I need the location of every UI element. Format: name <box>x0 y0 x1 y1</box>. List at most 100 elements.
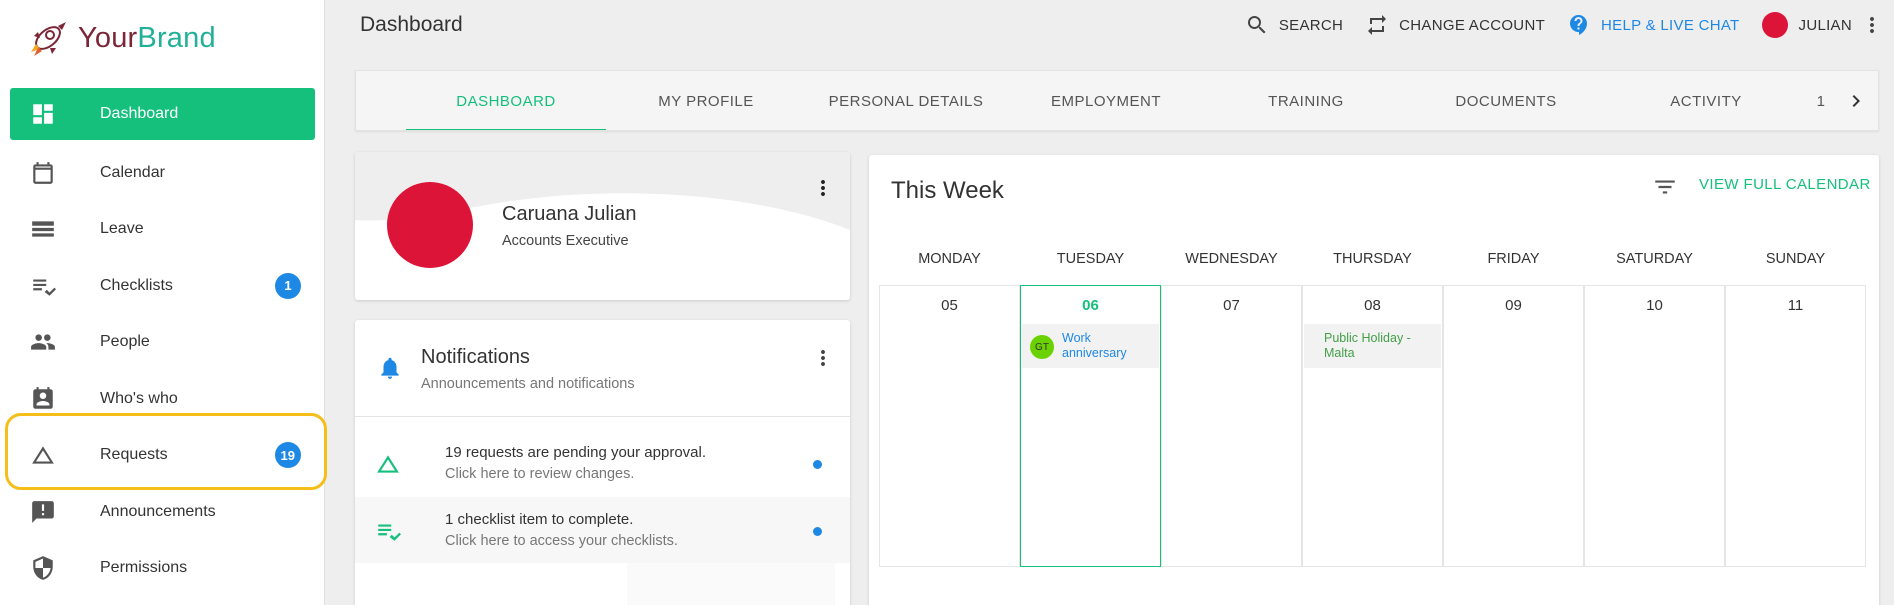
sidebar-item-label: Announcements <box>100 502 216 520</box>
day-number: 10 <box>1646 297 1663 314</box>
sidebar: YourBrand Dashboard Calendar Leave Check… <box>0 0 327 605</box>
id-badge-icon <box>30 386 56 412</box>
sidebar-item-label: People <box>100 333 150 351</box>
notifications-footer <box>627 563 835 605</box>
tab-my-profile[interactable]: MY PROFILE <box>606 71 806 130</box>
brand-text-your: Your <box>78 21 138 54</box>
more-vert-icon[interactable] <box>811 176 835 200</box>
calendar-day-cell[interactable]: 08 Public Holiday - Malta <box>1302 285 1443 567</box>
profile-role: Accounts Executive <box>502 233 629 249</box>
sidebar-item-label: Checklists <box>100 276 173 294</box>
day-number: 11 <box>1787 297 1804 314</box>
tab-dashboard[interactable]: DASHBOARD <box>406 71 606 130</box>
notifications-subtitle: Announcements and notifications <box>421 376 635 392</box>
sidebar-item-announcements[interactable]: Announcements <box>10 484 315 541</box>
this-week-calendar-card: This Week VIEW FULL CALENDAR MONDAY TUES… <box>869 155 1879 605</box>
notification-item-requests[interactable]: 19 requests are pending your approval. C… <box>355 430 850 496</box>
sidebar-item-people[interactable]: People <box>10 314 315 371</box>
tab-personal-details[interactable]: PERSONAL DETAILS <box>806 71 1006 130</box>
checklist-icon <box>30 273 56 299</box>
calendar-day-cell-today[interactable]: 06 GT Work anniversary <box>1020 285 1161 567</box>
profile-tabs: DASHBOARD MY PROFILE PERSONAL DETAILS EM… <box>355 70 1879 131</box>
unread-dot <box>813 527 822 536</box>
user-name: JULIAN <box>1798 16 1852 34</box>
sidebar-item-label: Leave <box>100 220 144 238</box>
rocket-icon <box>31 22 66 56</box>
calendar-day-cell[interactable]: 09 <box>1443 285 1584 567</box>
weekday-header: WEDNESDAY <box>1185 251 1278 267</box>
sidebar-item-label: Requests <box>100 446 168 464</box>
notification-link-text: Click here to access your checklists. <box>445 533 678 549</box>
profile-name: Caruana Julian <box>502 203 637 225</box>
tab-training[interactable]: TRAINING <box>1206 71 1406 130</box>
tab-documents[interactable]: DOCUMENTS <box>1406 71 1606 130</box>
calendar-event-work-anniversary[interactable]: GT Work anniversary <box>1022 324 1159 368</box>
sidebar-item-label: Dashboard <box>100 105 179 122</box>
help-live-chat-button[interactable]: HELP & LIVE CHAT <box>1567 13 1739 37</box>
notification-item-checklist[interactable]: 1 checklist item to complete. Click here… <box>355 497 850 563</box>
calendar-day-cell[interactable]: 10 <box>1584 285 1725 567</box>
day-number: 09 <box>1505 297 1522 314</box>
avatar: GT <box>1030 335 1054 359</box>
filter-icon[interactable] <box>1652 174 1678 200</box>
calendar-title: This Week <box>891 177 1004 204</box>
requests-count-badge: 19 <box>274 442 301 469</box>
event-label: Public Holiday - Malta <box>1324 331 1411 360</box>
sidebar-item-requests[interactable]: Requests 19 <box>10 427 315 484</box>
sidebar-item-label: Who's who <box>100 389 178 407</box>
sidebar-item-label: Calendar <box>100 163 165 181</box>
tab-employment[interactable]: EMPLOYMENT <box>1006 71 1206 130</box>
change-account-label: CHANGE ACCOUNT <box>1399 16 1546 34</box>
sidebar-item-calendar[interactable]: Calendar <box>10 145 315 202</box>
weekday-header: FRIDAY <box>1487 251 1540 267</box>
sidebar-item-leave[interactable]: Leave <box>10 201 315 258</box>
chevron-right-icon[interactable] <box>1844 89 1868 113</box>
calendar-day-cell[interactable]: 11 <box>1725 285 1866 567</box>
day-number: 08 <box>1364 297 1381 314</box>
bell-icon <box>381 357 399 379</box>
tab-overflow[interactable]: 1 <box>1806 71 1836 130</box>
calendar-event-public-holiday[interactable]: Public Holiday - Malta <box>1304 324 1441 368</box>
checklist-icon <box>378 524 401 541</box>
triangle-icon <box>30 442 56 468</box>
sidebar-item-permissions[interactable]: Permissions <box>10 540 315 597</box>
search-button[interactable]: SEARCH <box>1245 13 1343 37</box>
sidebar-item-label: Permissions <box>100 559 188 577</box>
page-title: Dashboard <box>360 13 463 36</box>
announcement-icon <box>30 499 56 525</box>
weekday-header: THURSDAY <box>1333 251 1412 267</box>
more-vert-icon[interactable] <box>1860 13 1884 37</box>
user-menu-button[interactable]: JULIAN <box>1761 12 1894 38</box>
tab-activity[interactable]: ACTIVITY <box>1606 71 1806 130</box>
day-number: 07 <box>1223 297 1240 314</box>
shield-icon <box>30 555 56 581</box>
sidebar-nav: Dashboard Calendar Leave Checklists 1 Pe… <box>10 88 315 597</box>
calendar-day-cell[interactable]: 07 <box>1161 285 1302 567</box>
calendar-day-cell[interactable]: 05 <box>879 285 1020 567</box>
brand-text-brand: Brand <box>137 21 216 54</box>
notification-text: 19 requests are pending your approval. <box>445 444 707 461</box>
view-full-calendar-button[interactable]: VIEW FULL CALENDAR <box>1699 176 1871 193</box>
profile-card: Caruana Julian Accounts Executive <box>355 152 850 300</box>
leave-icon <box>30 216 56 242</box>
sidebar-item-dashboard[interactable]: Dashboard <box>10 88 315 140</box>
checklists-count-badge: 1 <box>275 272 301 299</box>
change-account-button[interactable]: CHANGE ACCOUNT <box>1365 13 1545 37</box>
swap-icon <box>1368 15 1387 35</box>
avatar <box>1761 12 1788 38</box>
weekday-header: SATURDAY <box>1616 251 1693 267</box>
sidebar-item-whos-who[interactable]: Who's who <box>10 371 315 428</box>
more-vert-icon[interactable] <box>811 346 835 370</box>
event-label: Work anniversary <box>1062 331 1127 360</box>
search-label: SEARCH <box>1278 16 1344 34</box>
brand-logo[interactable]: YourBrand <box>28 18 216 58</box>
avatar[interactable] <box>387 182 473 268</box>
help-label: HELP & LIVE CHAT <box>1601 16 1740 34</box>
day-number: 06 <box>1082 297 1099 314</box>
weekday-header: MONDAY <box>918 251 981 267</box>
top-actions: SEARCH CHANGE ACCOUNT HELP & LIVE CHAT J… <box>1223 0 1894 50</box>
sidebar-item-checklists[interactable]: Checklists 1 <box>10 258 315 315</box>
weekday-header: TUESDAY <box>1056 251 1125 267</box>
search-icon <box>1247 16 1266 34</box>
divider <box>355 416 850 417</box>
